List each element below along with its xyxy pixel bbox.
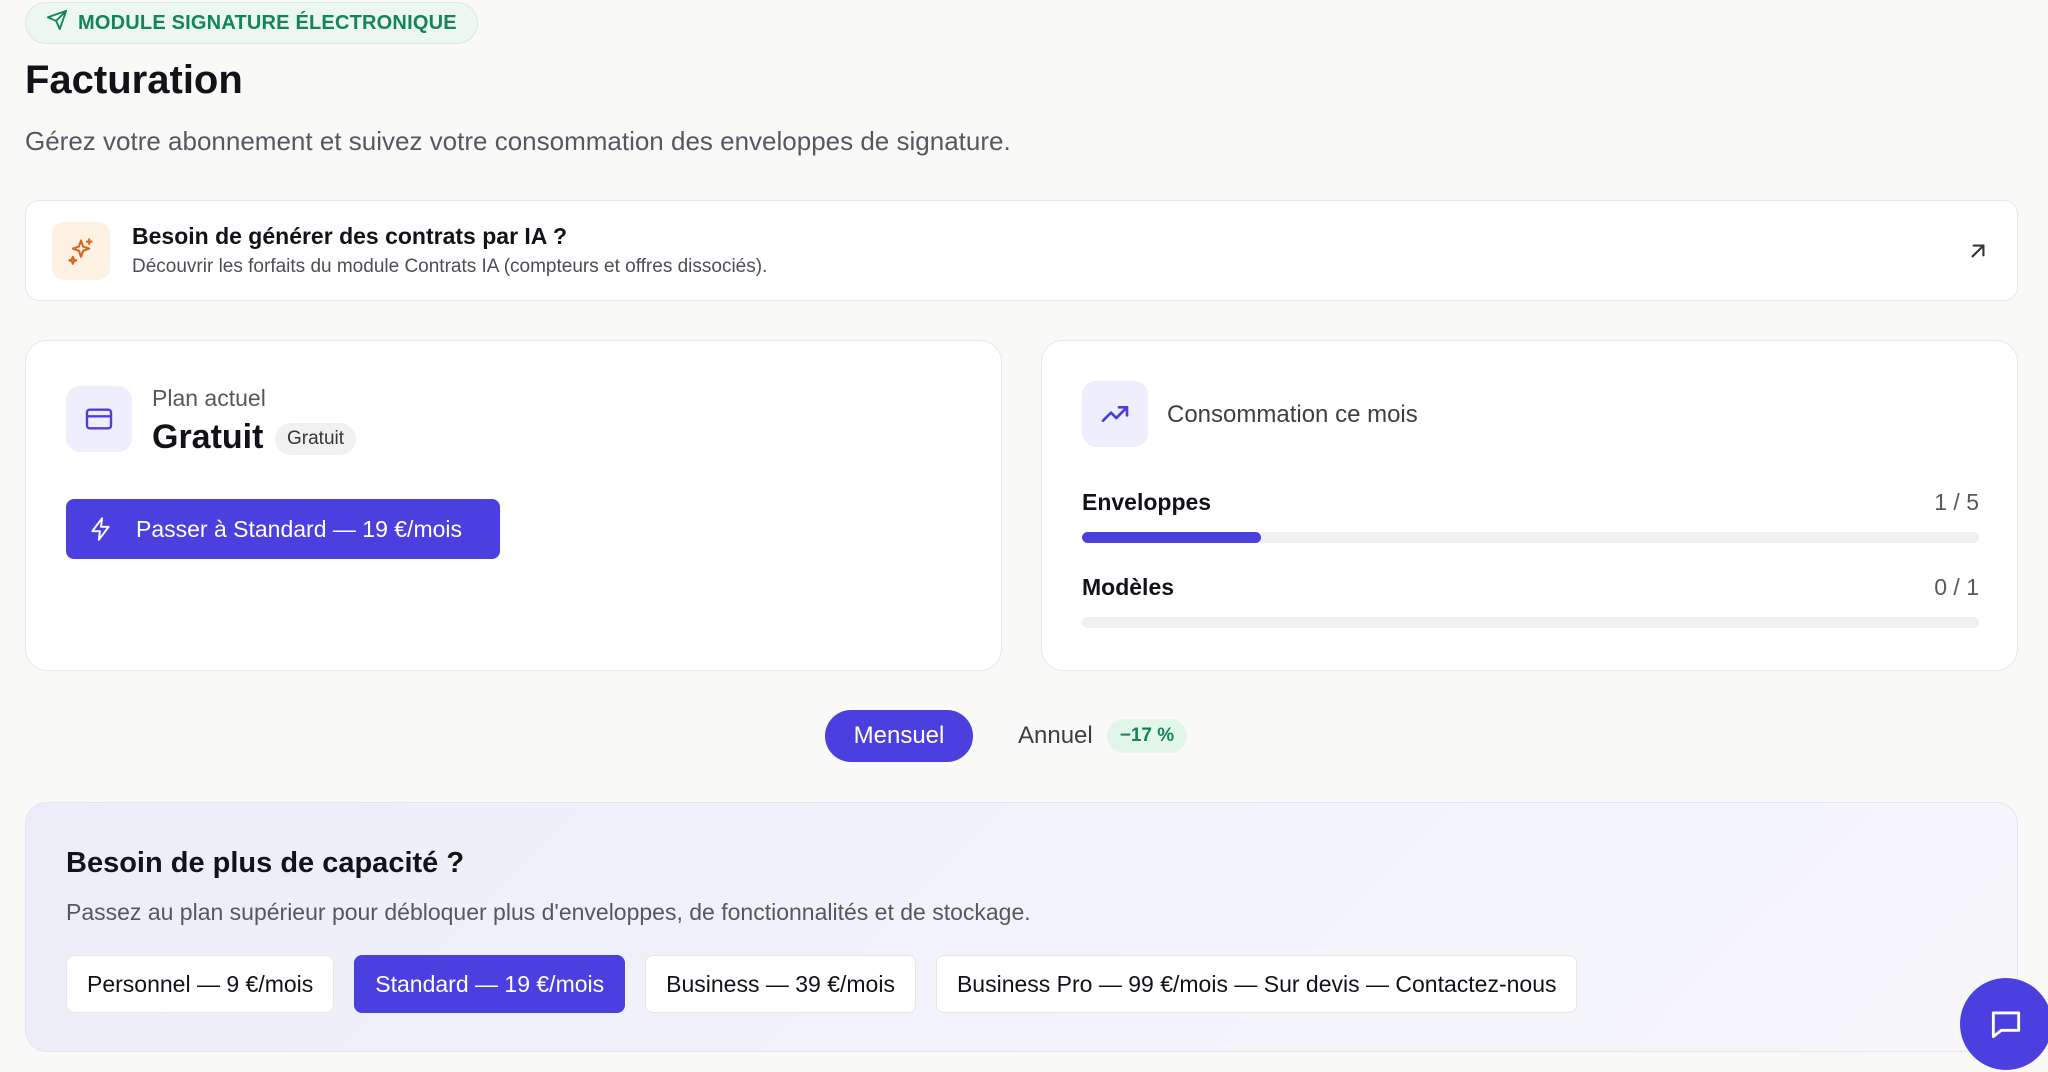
capacity-description: Passez au plan supérieur pour débloquer …	[66, 899, 1031, 925]
capacity-section: Besoin de plus de capacité ? Passez au p…	[25, 802, 2018, 1052]
discount-badge: −17 %	[1106, 719, 1188, 753]
plan-option-business[interactable]: Business — 39 €/mois	[645, 955, 916, 1013]
meter-name: Enveloppes	[1082, 489, 1212, 515]
current-plan-card: Plan actuel Gratuit Gratuit Passer à Sta…	[25, 340, 1002, 671]
credit-card-icon	[66, 386, 132, 452]
ai-contracts-promo-link[interactable]: Besoin de générer des contrats par IA ? …	[25, 200, 2018, 301]
meter-track	[1082, 617, 1979, 628]
module-badge-label: MODULE SIGNATURE ÉLECTRONIQUE	[78, 11, 457, 34]
plan-badge: Gratuit	[275, 423, 357, 455]
plan-option-business-pro[interactable]: Business Pro — 99 €/mois — Sur devis — C…	[935, 955, 1578, 1013]
usage-card: Consommation ce mois Enveloppes 1 / 5 Mo…	[1041, 340, 2018, 671]
promo-description: Découvrir les forfaits du module Contrat…	[132, 256, 768, 277]
meter-templates: Modèles 0 / 1	[1082, 574, 1979, 628]
plan-option-standard[interactable]: Standard — 19 €/mois	[354, 955, 626, 1013]
sparkles-icon	[52, 221, 110, 280]
upgrade-button-label: Passer à Standard — 19 €/mois	[136, 515, 462, 542]
plan-options: Personnel — 9 €/mois Standard — 19 €/moi…	[66, 955, 1578, 1013]
plan-name: Gratuit	[152, 418, 264, 456]
meter-count: 0 / 1	[1934, 574, 1979, 600]
arrow-up-right-icon[interactable]	[1965, 238, 1991, 264]
usage-title: Consommation ce mois	[1167, 401, 1418, 428]
billing-annual-label: Annuel	[1018, 722, 1093, 749]
page-title: Facturation	[25, 58, 243, 102]
page-subtitle: Gérez votre abonnement et suivez votre c…	[25, 126, 1011, 156]
meter-name: Modèles	[1082, 574, 1175, 600]
upgrade-button[interactable]: Passer à Standard — 19 €/mois	[66, 499, 500, 559]
trending-up-icon	[1082, 381, 1148, 447]
promo-title: Besoin de générer des contrats par IA ?	[132, 223, 567, 249]
meter-count: 1 / 5	[1934, 489, 1979, 515]
module-badge: MODULE SIGNATURE ÉLECTRONIQUE	[25, 2, 478, 44]
meter-fill	[1082, 532, 1262, 543]
promo-text: Besoin de générer des contrats par IA ? …	[132, 223, 767, 278]
capacity-title: Besoin de plus de capacité ?	[66, 847, 465, 879]
meter-envelopes: Enveloppes 1 / 5	[1082, 489, 1979, 543]
meter-track	[1082, 532, 1979, 543]
chat-button[interactable]	[1960, 978, 2048, 1070]
plan-option-personnel[interactable]: Personnel — 9 €/mois	[66, 955, 335, 1013]
plan-label: Plan actuel	[152, 385, 266, 411]
chat-bubble-icon	[1991, 1011, 2021, 1039]
lightning-icon	[91, 517, 110, 541]
billing-monthly-button[interactable]: Mensuel	[825, 710, 973, 762]
send-icon	[46, 9, 68, 37]
billing-annual-button[interactable]: Annuel −17 %	[1018, 710, 1188, 762]
